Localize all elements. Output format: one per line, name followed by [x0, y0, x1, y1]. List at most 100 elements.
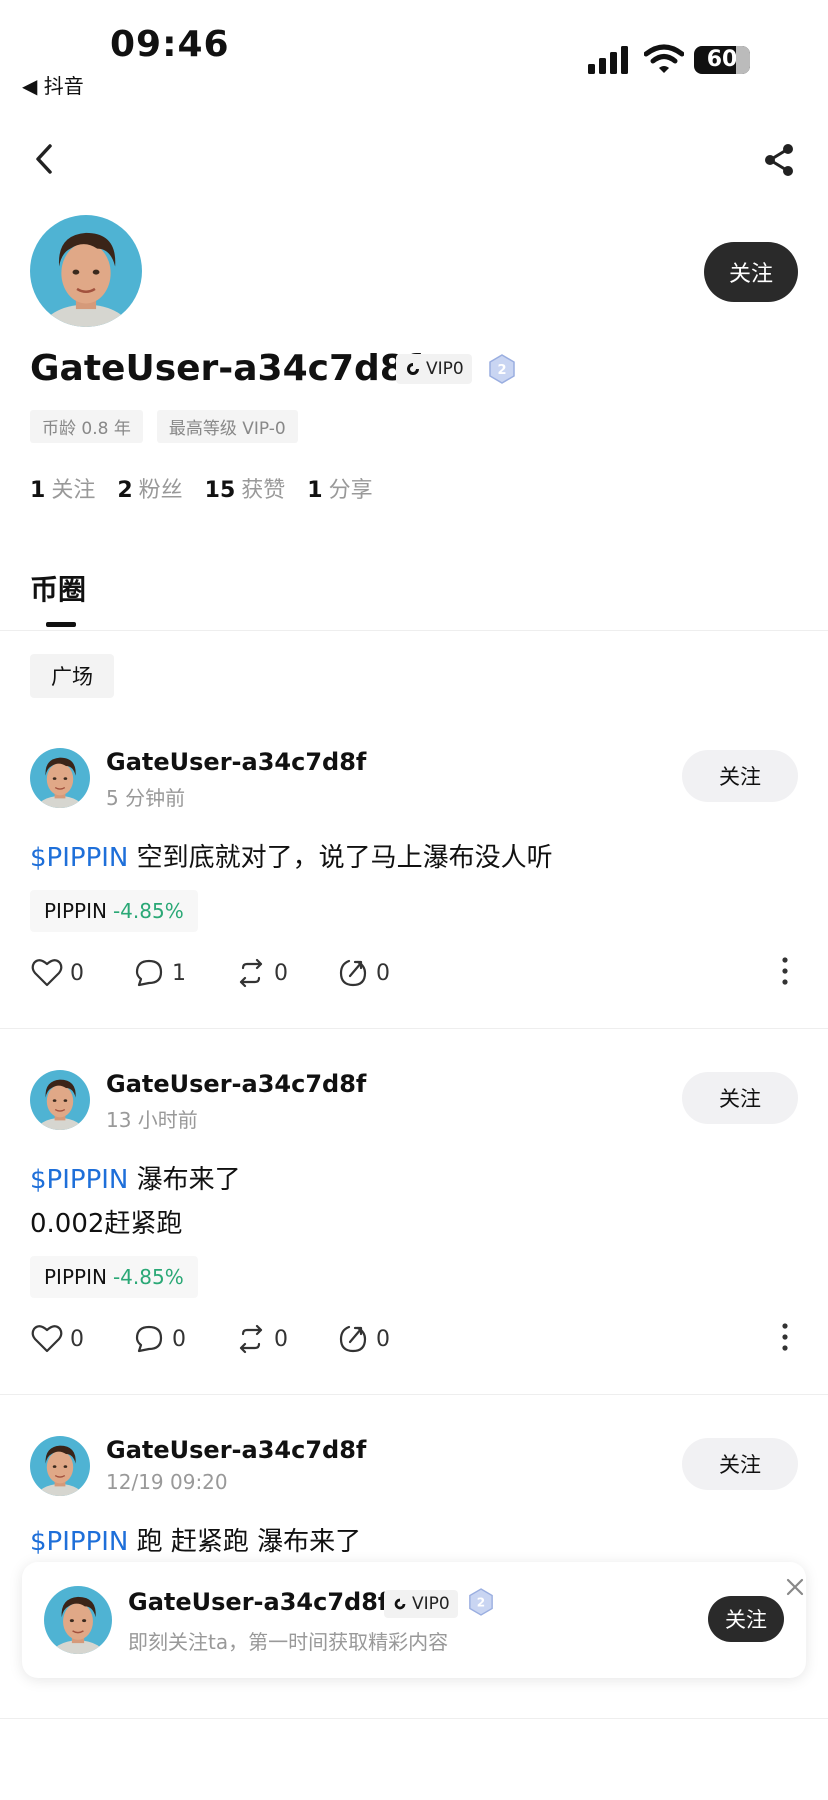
comment-icon	[135, 959, 163, 987]
repost-button[interactable]: 0	[234, 956, 336, 990]
share-icon[interactable]	[762, 142, 796, 178]
stat-label: 获赞	[241, 478, 286, 503]
token-symbol: PIPPIN	[44, 899, 107, 923]
share-post-button[interactable]: 0	[336, 1322, 438, 1356]
post-text: 跑 赶紧跑 瀑布来了	[128, 1527, 362, 1557]
post-actions: 0 0 0 0	[30, 1322, 438, 1356]
stat-likes[interactable]: 15 获赞	[205, 472, 286, 504]
divider	[0, 1394, 828, 1395]
comment-button[interactable]: 0	[132, 1322, 234, 1356]
stat-label: 粉丝	[138, 478, 183, 503]
vip-badge: VIP0	[384, 1590, 458, 1618]
token-symbol: PIPPIN	[44, 1265, 107, 1289]
comment-count: 1	[172, 960, 186, 986]
divider	[0, 1718, 828, 1719]
repost-button[interactable]: 0	[234, 1322, 336, 1356]
share-count: 0	[376, 960, 390, 986]
ticker-link[interactable]: $PIPPIN	[30, 1165, 128, 1195]
heart-icon	[31, 959, 63, 987]
stat-label: 分享	[328, 478, 373, 503]
comment-count: 0	[172, 1326, 186, 1352]
close-icon[interactable]	[784, 1576, 806, 1598]
vip-level-text: VIP0	[426, 359, 464, 379]
battery-indicator: 60	[694, 46, 750, 74]
comment-icon	[135, 1325, 163, 1353]
repost-icon	[239, 958, 263, 988]
post-follow-button[interactable]: 关注	[682, 750, 798, 802]
post-follow-button[interactable]: 关注	[682, 1438, 798, 1490]
post-text: 空到底就对了，说了马上瀑布没人听	[128, 843, 553, 873]
post-author[interactable]: GateUser-a34c7d8f	[106, 1070, 366, 1098]
stat-value: 1	[307, 478, 323, 503]
repost-count: 0	[274, 960, 288, 986]
post-actions: 0 1 0 0	[30, 956, 438, 990]
post-card: GateUser-a34c7d8f 5 分钟前 关注 $PIPPIN 空到底就对…	[0, 748, 828, 1028]
share-count: 0	[376, 1326, 390, 1352]
post-time: 5 分钟前	[106, 786, 186, 810]
stat-value: 1	[30, 478, 46, 503]
stat-value: 2	[117, 478, 133, 503]
post-time: 13 小时前	[106, 1108, 198, 1132]
follow-prompt-card: GateUser-a34c7d8f VIP0 即刻关注ta，第一时间获取精彩内容…	[22, 1562, 806, 1678]
like-button[interactable]: 0	[30, 1322, 132, 1356]
post-time: 12/19 09:20	[106, 1470, 228, 1494]
heart-icon	[31, 1325, 63, 1353]
share-post-button[interactable]: 0	[336, 956, 438, 990]
profile-username: GateUser-a34c7d8f	[30, 348, 421, 389]
back-arrow-icon[interactable]	[30, 140, 60, 178]
filter-chip-square[interactable]: 广场	[30, 654, 114, 698]
battery-empty-segment	[736, 46, 750, 74]
gate-logo-icon	[394, 1598, 406, 1610]
post-card: GateUser-a34c7d8f 13 小时前 关注 $PIPPIN 瀑布来了…	[0, 1070, 828, 1390]
stat-followers[interactable]: 2 粉丝	[117, 472, 182, 504]
popup-username: GateUser-a34c7d8f	[128, 1588, 389, 1616]
stat-shares[interactable]: 1 分享	[307, 472, 372, 504]
post-text-line2: 0.002赶紧跑	[30, 1209, 183, 1239]
like-count: 0	[70, 1326, 84, 1352]
token-pill[interactable]: PIPPIN -4.85%	[30, 890, 198, 932]
profile-tags: 币龄 0.8 年 最高等级 VIP-0	[30, 410, 298, 443]
like-count: 0	[70, 960, 84, 986]
stat-following[interactable]: 1 关注	[30, 472, 95, 504]
post-avatar[interactable]	[30, 748, 90, 808]
tab-active-indicator	[46, 622, 76, 627]
status-time: 09:46	[110, 24, 230, 65]
post-avatar[interactable]	[30, 1436, 90, 1496]
share-arrow-icon	[339, 1325, 367, 1353]
tab-coin-circle[interactable]: 币圈	[30, 568, 86, 608]
stat-value: 15	[204, 478, 236, 503]
post-text: 瀑布来了	[128, 1165, 241, 1195]
post-avatar[interactable]	[30, 1070, 90, 1130]
stat-label: 关注	[51, 478, 96, 503]
popup-follow-button[interactable]: 关注	[708, 1596, 784, 1642]
follow-button[interactable]: 关注	[704, 242, 798, 302]
post-follow-button[interactable]: 关注	[682, 1072, 798, 1124]
popup-avatar	[44, 1586, 112, 1654]
token-change: -4.85%	[112, 899, 184, 923]
profile-avatar	[30, 215, 142, 327]
cellular-signal-icon	[588, 46, 628, 74]
post-content: $PIPPIN 跑 赶紧跑 瀑布来了	[30, 1520, 361, 1564]
post-card: GateUser-a34c7d8f 12/19 09:20 关注 $PIPPIN…	[0, 1436, 828, 1557]
post-content: $PIPPIN 空到底就对了，说了马上瀑布没人听	[30, 836, 553, 880]
token-pill[interactable]: PIPPIN -4.85%	[30, 1256, 198, 1298]
repost-icon	[239, 1324, 263, 1354]
token-change: -4.85%	[112, 1265, 184, 1289]
repost-count: 0	[274, 1326, 288, 1352]
divider	[0, 1028, 828, 1029]
ticker-link[interactable]: $PIPPIN	[30, 843, 128, 873]
vip-level-text: VIP0	[412, 1594, 450, 1614]
more-options-icon[interactable]	[780, 1322, 790, 1352]
share-arrow-icon	[339, 959, 367, 987]
post-author[interactable]: GateUser-a34c7d8f	[106, 1436, 366, 1464]
coin-age-tag: 币龄 0.8 年	[30, 410, 143, 443]
back-to-app-link[interactable]: ◀ 抖音	[22, 70, 84, 99]
comment-button[interactable]: 1	[132, 956, 234, 990]
post-author[interactable]: GateUser-a34c7d8f	[106, 748, 366, 776]
like-button[interactable]: 0	[30, 956, 132, 990]
gate-logo-icon	[407, 363, 419, 375]
more-options-icon[interactable]	[780, 956, 790, 986]
level-shield-icon	[488, 354, 516, 384]
ticker-link[interactable]: $PIPPIN	[30, 1527, 128, 1557]
post-content: $PIPPIN 瀑布来了 0.002赶紧跑	[30, 1158, 241, 1246]
